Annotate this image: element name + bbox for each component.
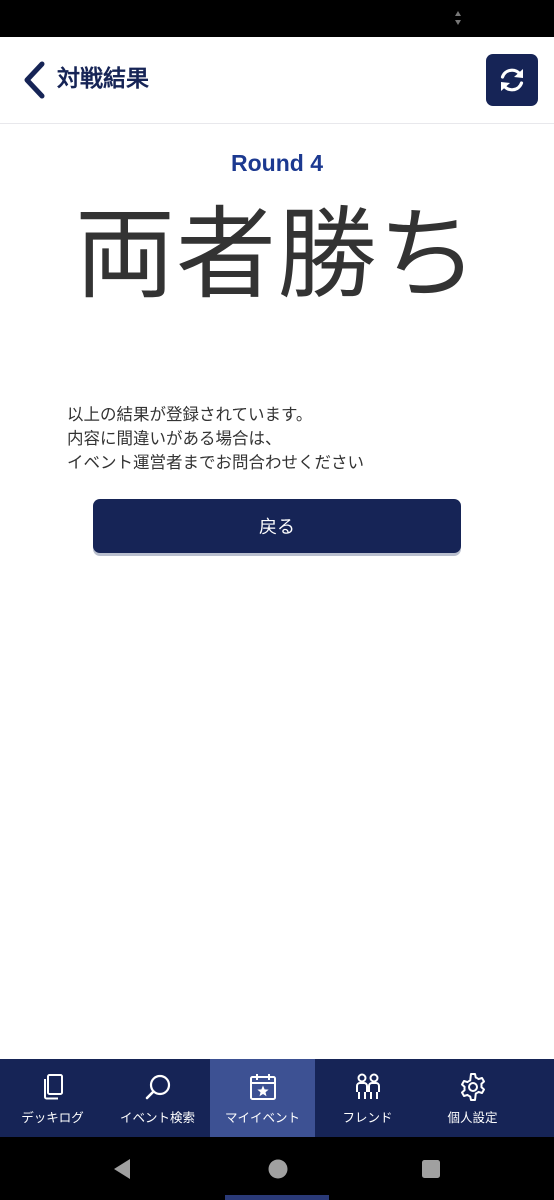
triangle-back-icon bbox=[114, 1159, 130, 1179]
system-nav-bar bbox=[0, 1137, 554, 1200]
nav-item-settings[interactable]: 個人設定 bbox=[420, 1059, 525, 1137]
system-back-button[interactable] bbox=[110, 1157, 134, 1181]
nav-item-friends[interactable]: フレンド bbox=[315, 1059, 420, 1137]
refresh-button[interactable] bbox=[486, 54, 538, 106]
match-outcome: 両者勝ち bbox=[75, 196, 479, 313]
message-line: イベント運営者までお問合わせください bbox=[67, 453, 364, 472]
home-indicator bbox=[225, 1195, 329, 1200]
gear-icon bbox=[457, 1071, 489, 1103]
back-arrow-button[interactable] bbox=[14, 59, 54, 101]
nav-label: 個人設定 bbox=[447, 1110, 498, 1125]
chevron-left-icon bbox=[24, 61, 45, 99]
system-recents-button[interactable] bbox=[419, 1157, 443, 1181]
circle-home-icon bbox=[268, 1159, 288, 1179]
back-button[interactable]: 戻る bbox=[93, 499, 461, 553]
nav-label: イベント検索 bbox=[119, 1110, 195, 1125]
friends-icon bbox=[352, 1071, 384, 1103]
deck-icon bbox=[37, 1071, 69, 1103]
calendar-star-icon bbox=[247, 1071, 279, 1103]
bottom-nav: デッキログ イベント検索 マイイベント フレンド 個人設定 bbox=[0, 1059, 554, 1137]
page-title: 対戦結果 bbox=[57, 66, 149, 92]
nav-item-my-event[interactable]: マイイベント bbox=[210, 1059, 315, 1137]
square-recents-icon bbox=[422, 1160, 440, 1178]
message-line: 以上の結果が登録されています。 bbox=[67, 405, 313, 424]
app-header: 対戦結果 bbox=[0, 37, 554, 124]
status-bar bbox=[0, 0, 554, 37]
refresh-icon bbox=[500, 68, 524, 92]
nav-label: マイイベント bbox=[224, 1110, 300, 1125]
signal-arrows-icon bbox=[455, 11, 461, 25]
message-line: 内容に間違いがある場合は、 bbox=[67, 429, 282, 448]
nav-item-decklog[interactable]: デッキログ bbox=[0, 1059, 105, 1137]
nav-label: デッキログ bbox=[21, 1110, 84, 1125]
round-label: Round 4 bbox=[231, 150, 323, 176]
nav-item-event-search[interactable]: イベント検索 bbox=[105, 1059, 210, 1137]
result-message: 以上の結果が登録されています。 内容に間違いがある場合は、 イベント運営者までお… bbox=[67, 403, 364, 475]
nav-label: フレンド bbox=[342, 1110, 393, 1125]
system-home-button[interactable] bbox=[266, 1157, 290, 1181]
search-icon bbox=[142, 1071, 174, 1103]
